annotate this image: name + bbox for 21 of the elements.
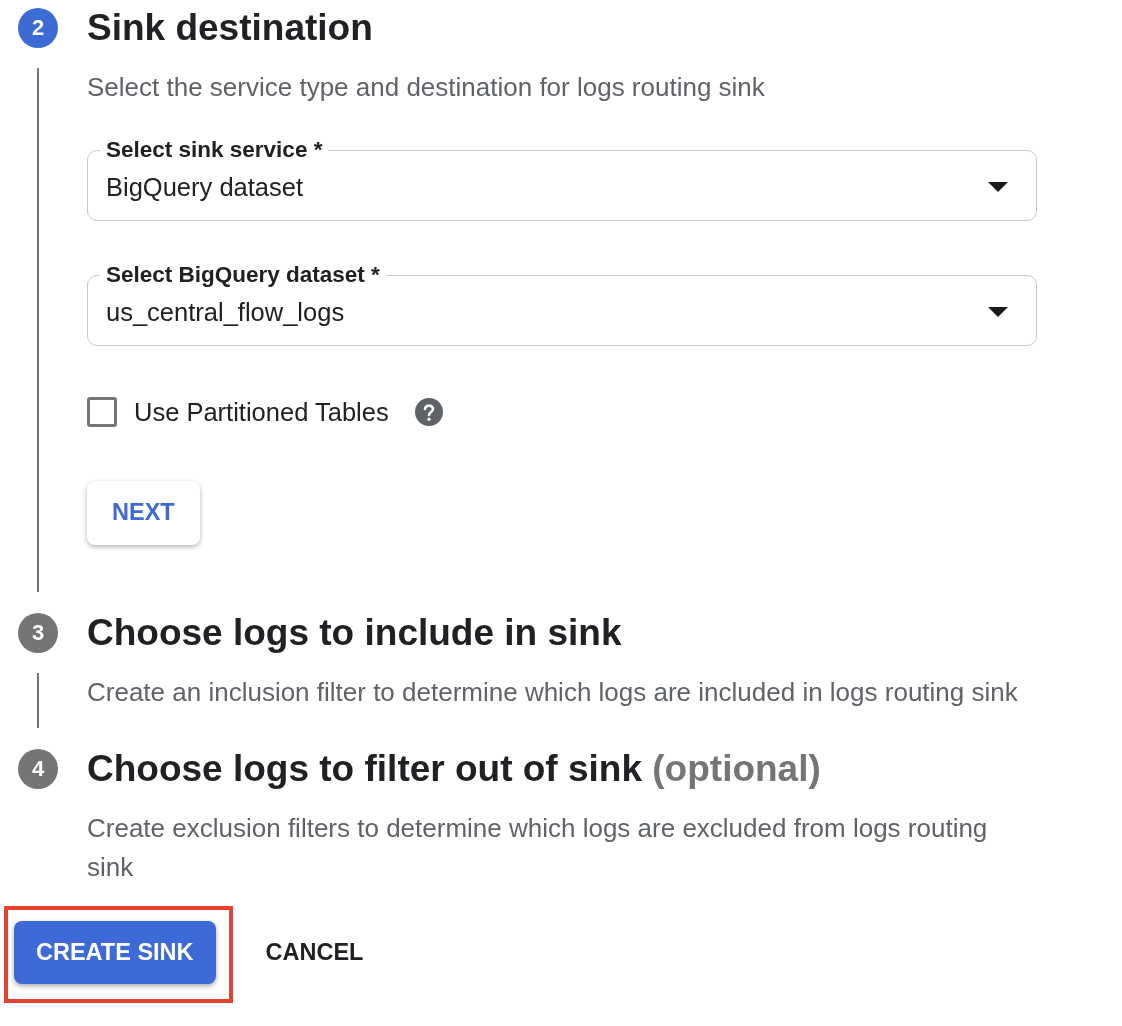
step-description: Create an inclusion filter to determine which logs are included in logs routing sink — [87, 676, 1018, 709]
step-title: Choose logs to include in sink — [87, 613, 622, 653]
field-label: Select BigQuery dataset * — [105, 263, 381, 287]
step-title: Choose logs to filter out of sink (optional) — [87, 749, 821, 789]
dropdown-field[interactable]: Select sink service * BigQuery dataset — [87, 138, 1037, 221]
checkbox[interactable] — [87, 397, 117, 427]
checkbox-label: Use Partitioned Tables — [134, 396, 389, 428]
step-description: Create exclusion filters to determine which logs are excluded from logs routing sink — [87, 812, 989, 884]
dropdown-field[interactable]: Select BigQuery dataset * us_central_flow_logs — [87, 263, 1037, 346]
cancel-button[interactable]: CANCEL — [255, 921, 374, 984]
step-title: Sink destination — [87, 8, 373, 48]
field-label: Select sink service * — [105, 138, 324, 162]
help-icon[interactable] — [414, 398, 443, 426]
step-description: Select the service type and destination for logs routing sink — [87, 71, 765, 104]
step-number: 4 — [18, 749, 58, 789]
next-button[interactable]: NEXT — [87, 481, 200, 545]
step-number: 3 — [18, 613, 58, 653]
caret-icon — [988, 182, 1008, 192]
caret-icon — [988, 307, 1008, 317]
create-sink-button[interactable]: CREATE SINK — [14, 921, 216, 984]
step-number: 2 — [18, 8, 58, 48]
